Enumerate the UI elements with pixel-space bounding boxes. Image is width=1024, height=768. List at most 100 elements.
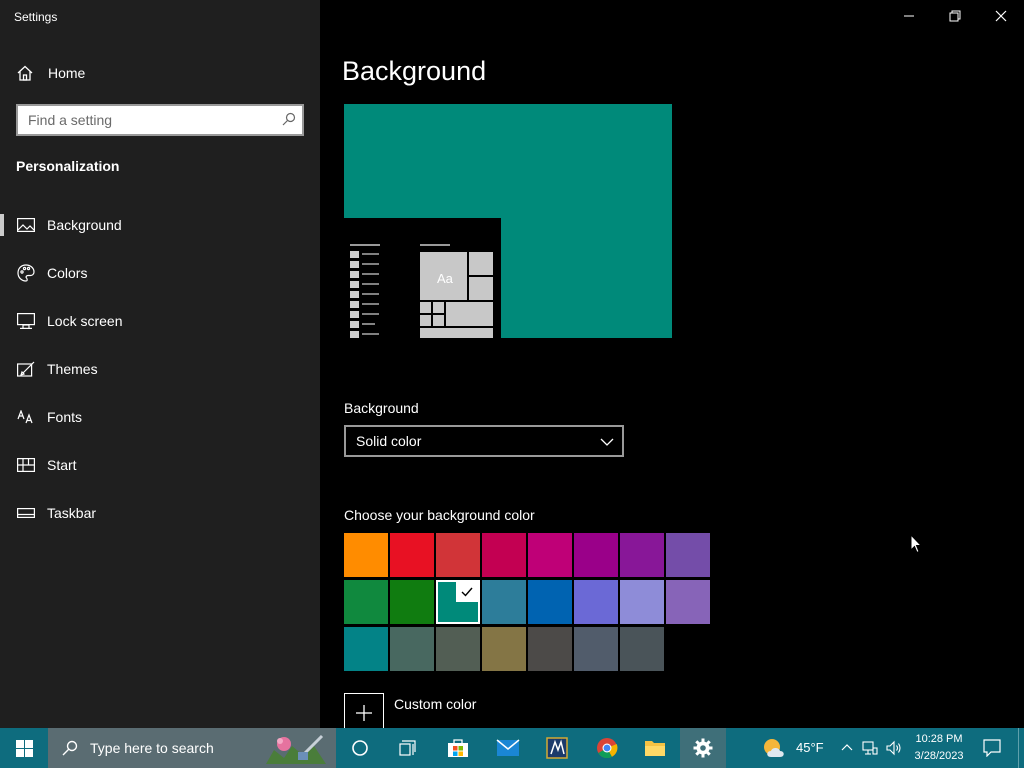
nav-label: Themes <box>47 361 98 377</box>
nav-label: Taskbar <box>47 505 97 521</box>
file-explorer-button[interactable] <box>635 728 675 768</box>
font-icon <box>17 408 35 426</box>
gear-icon <box>693 738 713 758</box>
nav-item-background[interactable]: Background <box>0 201 320 249</box>
color-swatch[interactable] <box>344 533 388 577</box>
cortana-button[interactable] <box>340 728 380 768</box>
weather-widget[interactable] <box>760 728 790 768</box>
clock-time: 10:28 PM <box>915 733 963 745</box>
minimize-button[interactable] <box>886 0 932 32</box>
mail-button[interactable] <box>488 728 528 768</box>
task-view-button[interactable] <box>388 728 428 768</box>
microsoft-store-button[interactable] <box>438 728 478 768</box>
nav-item-lock-screen[interactable]: Lock screen <box>0 297 320 345</box>
checkmark-icon <box>456 582 478 602</box>
windows-logo-icon <box>15 739 33 757</box>
color-swatch[interactable] <box>390 580 434 624</box>
color-swatch[interactable] <box>528 533 572 577</box>
color-swatch[interactable] <box>620 533 664 577</box>
clock-date: 3/28/2023 <box>914 750 964 762</box>
nav-label: Fonts <box>47 409 83 425</box>
color-swatch[interactable] <box>390 533 434 577</box>
background-type-value: Solid color <box>356 433 422 449</box>
temperature-text: 45°F <box>796 740 824 755</box>
home-label: Home <box>48 65 86 81</box>
taskbar-search-box[interactable]: Type here to search <box>48 728 336 768</box>
nav-item-fonts[interactable]: Fonts <box>0 393 320 441</box>
color-swatch[interactable] <box>574 533 618 577</box>
home-icon <box>17 65 33 81</box>
volume-button[interactable] <box>884 728 904 768</box>
color-swatch[interactable] <box>528 627 572 671</box>
lock-screen-icon <box>17 312 35 330</box>
mail-icon <box>496 739 520 756</box>
weather-icon <box>764 739 784 757</box>
nav-item-taskbar[interactable]: Taskbar <box>0 489 320 537</box>
app-icon <box>546 737 568 759</box>
color-swatch[interactable] <box>344 580 388 624</box>
color-swatch[interactable] <box>666 533 710 577</box>
nav-item-themes[interactable]: Themes <box>0 345 320 393</box>
picture-icon <box>17 216 35 234</box>
start-icon <box>17 456 35 474</box>
cortana-icon <box>352 740 368 756</box>
start-menu-mockup <box>350 244 493 338</box>
close-button[interactable] <box>978 0 1024 32</box>
volume-icon <box>886 740 901 756</box>
app-button[interactable] <box>537 728 577 768</box>
chevron-down-icon <box>600 435 614 451</box>
minimize-icon <box>904 15 914 17</box>
taskbar-search-text: Type here to search <box>90 740 214 756</box>
background-type-dropdown[interactable]: Solid color <box>344 425 624 457</box>
network-button[interactable] <box>860 728 880 768</box>
color-swatch[interactable] <box>482 533 526 577</box>
nav-list: Background Colors Lock screen Themes Fon… <box>0 201 320 537</box>
start-menu-preview: Aa <box>344 218 501 338</box>
color-swatch[interactable] <box>436 580 480 624</box>
color-swatch[interactable] <box>620 580 664 624</box>
color-swatch[interactable] <box>528 580 572 624</box>
color-swatch[interactable] <box>620 627 664 671</box>
color-swatch[interactable] <box>482 580 526 624</box>
search-input[interactable] <box>18 106 268 134</box>
custom-color-button[interactable]: Custom color <box>344 693 476 733</box>
notifications-button[interactable] <box>978 728 1006 768</box>
nav-label: Background <box>47 217 122 233</box>
color-picker-label: Choose your background color <box>344 507 535 523</box>
search-icon <box>62 740 78 756</box>
home-link[interactable]: Home <box>16 64 85 82</box>
nav-label: Colors <box>47 265 88 281</box>
chrome-button[interactable] <box>587 728 627 768</box>
color-swatch[interactable] <box>436 533 480 577</box>
search-icon[interactable] <box>282 112 296 131</box>
color-swatch[interactable] <box>574 627 618 671</box>
show-desktop-button[interactable] <box>1018 728 1024 768</box>
search-box[interactable] <box>16 104 304 136</box>
color-swatch[interactable] <box>482 627 526 671</box>
color-swatch[interactable] <box>436 627 480 671</box>
background-preview: Aa <box>344 104 672 338</box>
background-type-label: Background <box>344 400 419 416</box>
mouse-cursor-icon <box>910 533 923 559</box>
chrome-icon <box>597 738 618 759</box>
task-view-icon <box>399 740 416 756</box>
chevron-up-icon <box>841 744 853 751</box>
restore-icon <box>949 10 961 22</box>
color-swatch[interactable] <box>574 580 618 624</box>
nav-item-start[interactable]: Start <box>0 441 320 489</box>
start-button[interactable] <box>0 728 48 768</box>
show-hidden-icons-button[interactable] <box>838 728 856 768</box>
page-title: Background <box>342 56 487 86</box>
brush-icon <box>17 360 35 378</box>
color-swatch[interactable] <box>666 580 710 624</box>
clock[interactable]: 10:28 PM 3/28/2023 <box>906 731 972 765</box>
store-icon <box>448 739 468 757</box>
folder-icon <box>645 741 665 756</box>
nav-item-colors[interactable]: Colors <box>0 249 320 297</box>
search-highlight-icon <box>266 734 326 764</box>
close-icon <box>995 10 1007 22</box>
color-swatch[interactable] <box>344 627 388 671</box>
restore-button[interactable] <box>932 0 978 32</box>
color-swatch[interactable] <box>390 627 434 671</box>
settings-taskbar-button[interactable] <box>680 728 726 768</box>
